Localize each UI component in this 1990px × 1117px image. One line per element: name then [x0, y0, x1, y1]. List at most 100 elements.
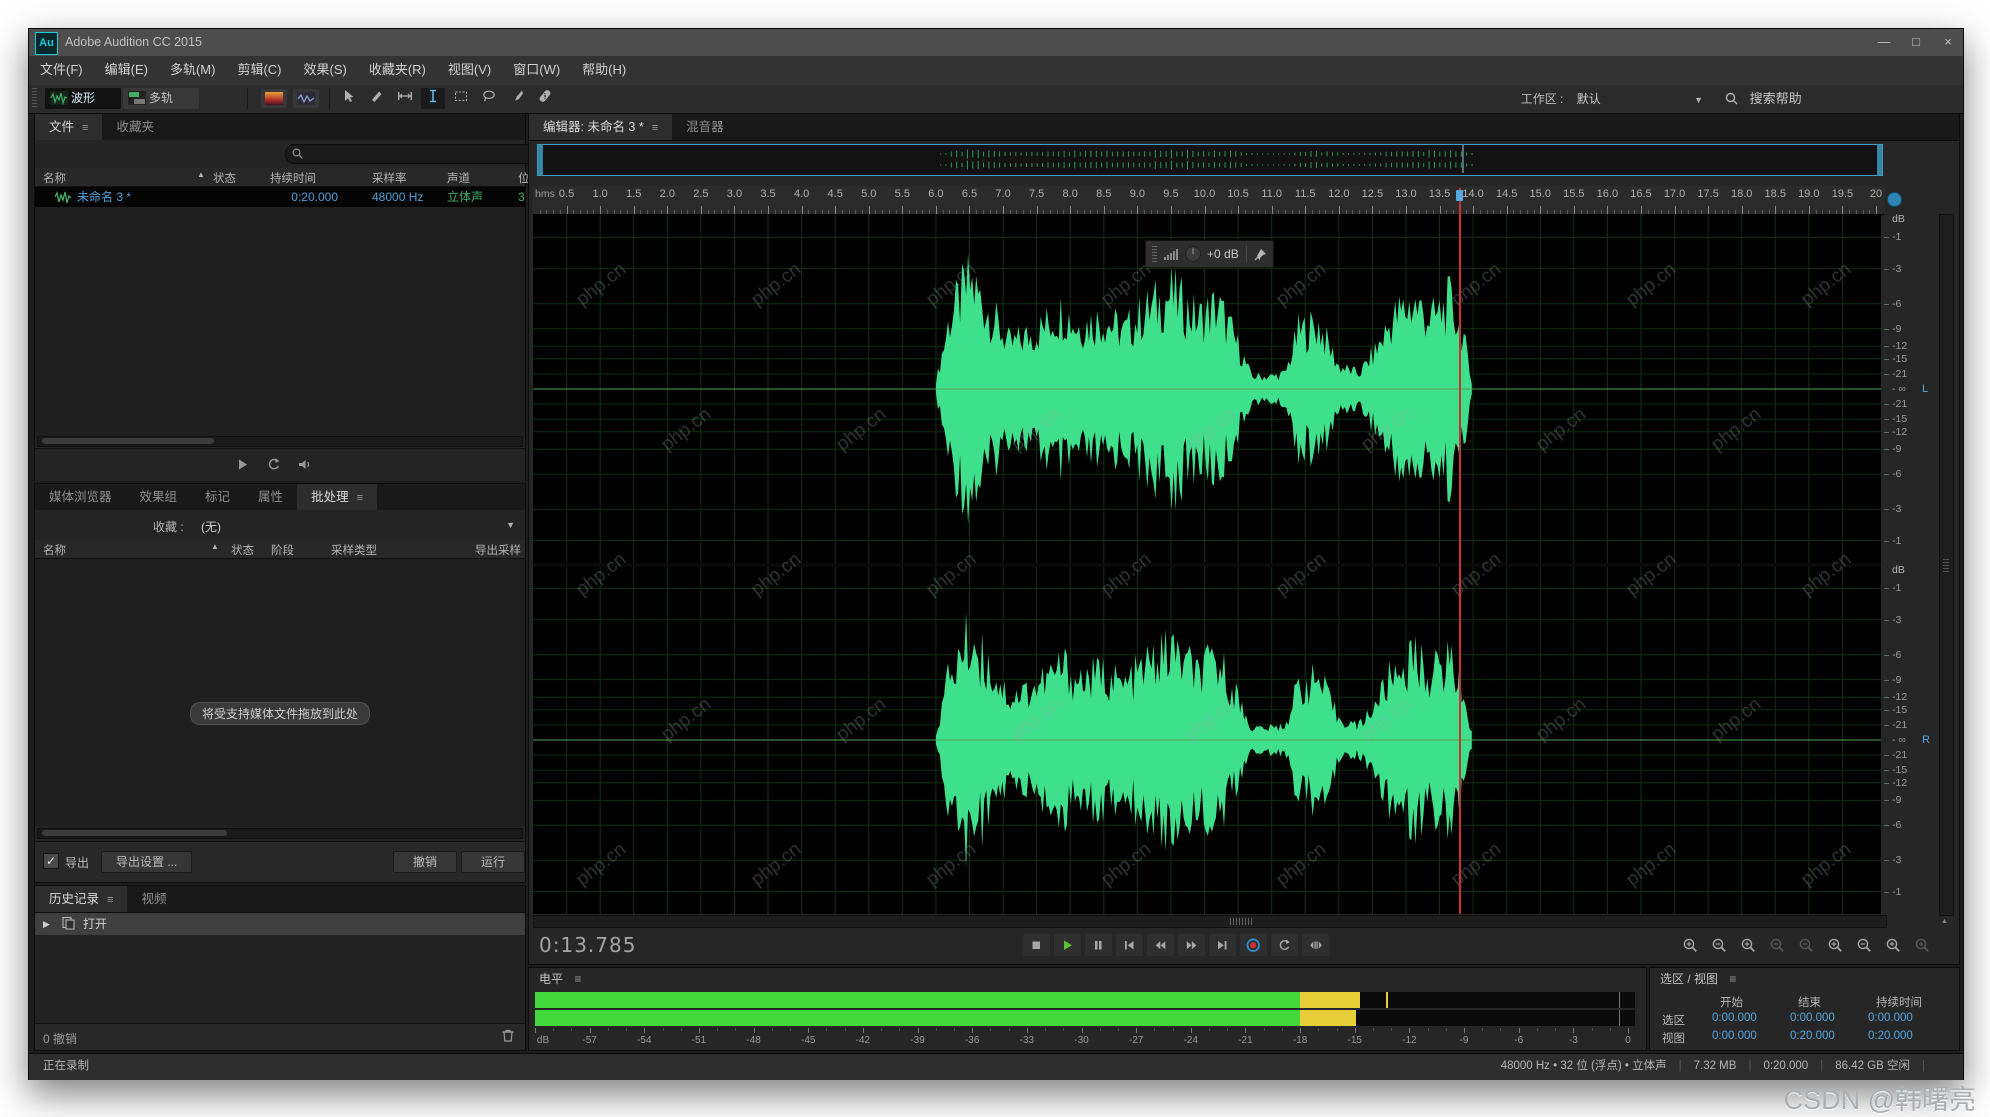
- menu-1[interactable]: 文件(F): [29, 56, 94, 84]
- preview-play-button[interactable]: [235, 457, 251, 475]
- spectral-pitch-display-button[interactable]: [293, 89, 319, 108]
- playhead[interactable]: [1459, 188, 1461, 914]
- menu-5[interactable]: 效果(S): [293, 56, 358, 84]
- spot-healing-brush-tool[interactable]: [533, 88, 557, 109]
- panel-menu-icon[interactable]: ≡: [652, 122, 658, 134]
- menu-2[interactable]: 编辑(E): [94, 56, 159, 84]
- selview-value[interactable]: 0:20.000: [1790, 1030, 1835, 1042]
- view-button-waveform[interactable]: 波形: [45, 88, 121, 109]
- vertical-scrollbar[interactable]: [1939, 214, 1954, 916]
- horizontal-scrollbar[interactable]: [533, 915, 1887, 928]
- gain-knob[interactable]: [1184, 245, 1202, 263]
- files-column-2[interactable]: 状态: [213, 170, 236, 186]
- file-row[interactable]: 未命名 3 *0:20.00048000 Hz立体声32: [35, 187, 525, 207]
- files-tab-2[interactable]: 收藏夹: [102, 114, 168, 140]
- batch-tab-4[interactable]: 属性: [244, 484, 297, 510]
- batch-hscrollbar[interactable]: [37, 828, 523, 839]
- waveform-display[interactable]: php.cnphp.cnphp.cnphp.cnphp.cnphp.cnphp.…: [533, 214, 1881, 914]
- hud-grip[interactable]: [1152, 246, 1157, 262]
- history-tab-1[interactable]: 历史记录≡: [35, 886, 127, 912]
- batch-undo-button[interactable]: 撤销: [393, 851, 457, 873]
- files-column-3[interactable]: 持续时间: [270, 170, 316, 186]
- batch-column-3[interactable]: 阶段: [271, 542, 294, 558]
- play-button[interactable]: [1054, 934, 1081, 956]
- zoom-in-horizontal-button[interactable]: [1735, 934, 1762, 956]
- fast-forward-button[interactable]: [1178, 934, 1205, 956]
- record-button[interactable]: [1240, 934, 1267, 956]
- zoom-out-vertical-button[interactable]: [1706, 934, 1733, 956]
- skip-to-start-button[interactable]: [1116, 934, 1143, 956]
- editor-tab-1[interactable]: 编辑器: 未命名 3 *≡: [529, 114, 672, 140]
- spectral-frequency-display-button[interactable]: [261, 89, 287, 108]
- rewind-button[interactable]: [1147, 934, 1174, 956]
- panel-menu-icon[interactable]: ≡: [357, 492, 363, 504]
- batch-column-5[interactable]: 导出采样: [475, 542, 521, 558]
- move-tool[interactable]: [337, 88, 361, 109]
- menu-3[interactable]: 多轨(M): [159, 56, 227, 84]
- favorites-dropdown[interactable]: (无): [201, 518, 221, 535]
- menu-4[interactable]: 剪辑(C): [226, 56, 292, 84]
- lasso-selection-tool[interactable]: [477, 88, 501, 109]
- razor-tool[interactable]: [365, 88, 389, 109]
- zoom-full-vertical-button[interactable]: [1909, 934, 1936, 956]
- panel-menu-icon[interactable]: ≡: [574, 972, 581, 986]
- files-search-input[interactable]: [285, 144, 537, 164]
- range-handle-right[interactable]: [1877, 145, 1882, 175]
- files-column-5[interactable]: 声道: [447, 170, 470, 186]
- export-settings-button[interactable]: 导出设置 ...: [101, 851, 192, 873]
- scroll-up-arrow[interactable]: ▲: [1941, 918, 1951, 926]
- maximize-button[interactable]: □: [1901, 29, 1931, 56]
- playhead-handle[interactable]: [1456, 190, 1463, 201]
- expand-arrow-icon[interactable]: ▶: [43, 913, 50, 935]
- selview-value[interactable]: 0:00.000: [1868, 1012, 1913, 1024]
- batch-tab-2[interactable]: 效果组: [126, 484, 192, 510]
- selview-value[interactable]: 0:00.000: [1712, 1030, 1757, 1042]
- files-column-4[interactable]: 采样率: [372, 170, 407, 186]
- files-column-1[interactable]: 名称: [43, 170, 66, 186]
- pin-icon[interactable]: [1254, 248, 1267, 261]
- range-handle-left[interactable]: [538, 145, 543, 175]
- chevron-down-icon[interactable]: ▼: [506, 520, 515, 530]
- export-checkbox[interactable]: ✓: [43, 853, 59, 869]
- zoom-reset-button[interactable]: [1793, 934, 1820, 956]
- loop-playback-button[interactable]: [1271, 934, 1298, 956]
- batch-tab-3[interactable]: 标记: [191, 484, 244, 510]
- slip-tool[interactable]: [393, 88, 417, 109]
- zoom-in-at-in-point-button[interactable]: [1822, 934, 1849, 956]
- menu-9[interactable]: 帮助(H): [571, 56, 637, 84]
- help-search-input[interactable]: 搜索帮助: [1725, 85, 1945, 113]
- marquee-selection-tool[interactable]: [449, 88, 473, 109]
- zoom-in-at-out-point-button[interactable]: [1851, 934, 1878, 956]
- selview-value[interactable]: 0:00.000: [1712, 1012, 1757, 1024]
- panel-menu-icon[interactable]: ≡: [107, 894, 113, 906]
- pause-button[interactable]: [1085, 934, 1112, 956]
- toolbar-grip[interactable]: [32, 88, 37, 109]
- batch-tab-1[interactable]: 媒体浏览器: [35, 484, 126, 510]
- time-selection-tool[interactable]: [421, 88, 445, 109]
- workspace-selector[interactable]: 工作区 : 默认 ▼: [1521, 85, 1703, 114]
- loop-preview-button[interactable]: [266, 457, 282, 475]
- amplitude-scale[interactable]: dB-1-1-3-3-6-6-9-9-12-12-15-15-21-21- ∞L…: [1884, 214, 1932, 914]
- minimize-button[interactable]: —: [1869, 29, 1899, 56]
- gain-hud[interactable]: +0 dB: [1145, 240, 1274, 268]
- batch-column-2[interactable]: 状态: [231, 542, 254, 558]
- batch-run-button[interactable]: 运行: [461, 851, 525, 873]
- vertical-scale-knob[interactable]: [1887, 192, 1902, 207]
- paintbrush-selection-tool[interactable]: [505, 88, 529, 109]
- selview-value[interactable]: 0:20.000: [1868, 1030, 1913, 1042]
- files-hscrollbar[interactable]: [37, 436, 523, 447]
- batch-column-4[interactable]: 采样类型: [331, 542, 377, 558]
- menu-6[interactable]: 收藏夹(R): [358, 56, 437, 84]
- timeline-ruler[interactable]: hms 0.51.01.52.02.53.03.54.04.55.05.56.0…: [533, 186, 1885, 215]
- editor-tab-2[interactable]: 混音器: [672, 114, 738, 140]
- overview-range-bar[interactable]: [537, 144, 1883, 176]
- batch-tab-5[interactable]: 批处理≡: [297, 484, 377, 510]
- history-entry[interactable]: ▶打开: [35, 913, 525, 935]
- batch-drop-area[interactable]: 将受支持媒体文件拖放到此处: [35, 559, 525, 826]
- menu-7[interactable]: 视图(V): [437, 56, 502, 84]
- zoom-in-vertical-button[interactable]: [1677, 934, 1704, 956]
- skip-selection-button[interactable]: [1302, 934, 1329, 956]
- time-display[interactable]: 0:13.785: [539, 933, 636, 957]
- panel-menu-icon[interactable]: ≡: [82, 122, 88, 134]
- auto-play-button[interactable]: [297, 457, 313, 475]
